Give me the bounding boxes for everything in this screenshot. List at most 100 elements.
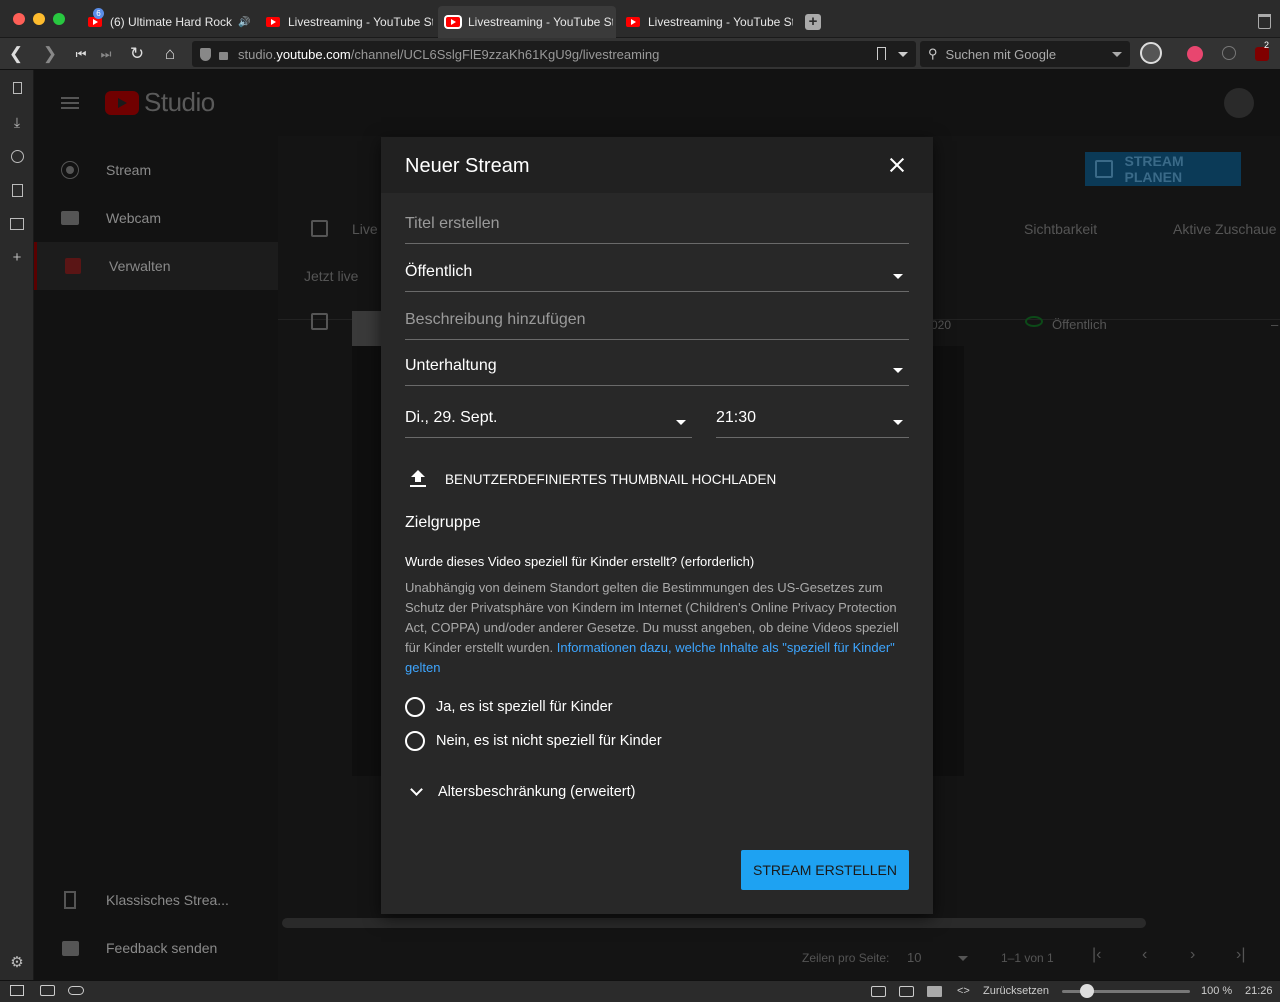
new-stream-dialog: Neuer Stream Titel erstellen Öffentlich … (381, 137, 933, 914)
url-domain: youtube.com (276, 46, 351, 62)
notes-panel-icon[interactable] (9, 182, 25, 198)
new-tab-button[interactable]: + (805, 14, 821, 30)
select-all-checkbox[interactable] (311, 220, 328, 237)
chevron-down-icon (893, 368, 903, 373)
url-dropdown-icon[interactable] (898, 52, 908, 57)
browser-status-bar: <> Zurücksetzen 100 % 21:26 (0, 980, 1280, 1002)
screenshot-icon[interactable] (871, 986, 886, 997)
zoom-reset-label[interactable]: Zurücksetzen (983, 985, 1049, 997)
zoom-slider[interactable] (1062, 984, 1190, 998)
youtube-logo-icon[interactable] (105, 91, 139, 115)
first-page-icon[interactable]: |‹ (1092, 946, 1101, 964)
radio-made-for-kids-yes[interactable] (405, 697, 425, 717)
tab-bar: 6 (6) Ultimate Hard Rock 🔊 Livestreaming… (0, 0, 1280, 38)
add-panel-icon[interactable]: + (9, 249, 25, 266)
bookmark-icon[interactable] (877, 47, 886, 60)
tab-livestreaming-1[interactable]: Livestreaming - YouTube St (258, 6, 434, 38)
title-placeholder: Titel erstellen (405, 215, 500, 232)
chevron-down-icon (893, 274, 903, 279)
nav-item-manage[interactable]: Verwalten (34, 242, 278, 290)
nav-item-feedback[interactable]: Feedback senden (34, 924, 278, 972)
image-toggle-icon[interactable] (927, 986, 942, 997)
row-visibility: Öffentlich (1052, 317, 1107, 332)
radio-no-label: Nein, es ist nicht speziell für Kinder (436, 733, 662, 749)
tile-icon[interactable] (40, 985, 55, 996)
rewind-icon[interactable]: ⏮ (71, 44, 91, 64)
bookmarks-panel-icon[interactable] (9, 80, 25, 96)
rows-per-page-caret-icon[interactable] (958, 956, 968, 961)
title-input[interactable]: Titel erstellen (405, 215, 909, 244)
time-select[interactable]: 21:30 (716, 409, 909, 438)
close-icon[interactable] (885, 153, 909, 177)
extension-icon[interactable] (1187, 46, 1203, 62)
description-input[interactable]: Beschreibung hinzufügen (405, 311, 909, 340)
page-tiling-icon[interactable] (899, 986, 914, 997)
clock: 21:26 (1245, 985, 1273, 997)
kids-info-text: Unabhängig von deinem Standort gelten di… (405, 580, 899, 675)
column-viewers: Aktive Zuschaue (1173, 221, 1277, 237)
minimize-window-button[interactable] (33, 13, 45, 25)
zoom-slider-handle[interactable] (1080, 984, 1094, 998)
shield-icon[interactable] (200, 47, 211, 61)
nav-item-webcam[interactable]: Webcam (34, 194, 278, 242)
speaker-icon[interactable]: 🔊 (238, 17, 250, 28)
window-panel-icon[interactable] (9, 216, 25, 232)
prev-page-icon[interactable]: ‹ (1142, 946, 1147, 964)
last-page-icon[interactable]: ›| (1236, 946, 1245, 964)
fast-forward-icon[interactable]: ⏭ (96, 44, 116, 64)
chevron-down-icon (893, 420, 903, 425)
row-checkbox[interactable] (311, 313, 328, 330)
audience-heading: Zielgruppe (405, 514, 481, 531)
rows-per-page-select[interactable]: 10 (907, 950, 921, 965)
trash-icon[interactable] (1258, 14, 1271, 29)
date-select[interactable]: Di., 29. Sept. (405, 409, 692, 438)
browser-panel-sidebar: ⤓ + ⚙ (0, 70, 34, 980)
url-path: /channel/UCL6SslgFlE9zzaKh61KgU9g/livest… (350, 46, 660, 62)
downloads-panel-icon[interactable]: ⤓ (9, 114, 25, 130)
description-placeholder: Beschreibung hinzufügen (405, 311, 586, 328)
channel-avatar[interactable] (1224, 88, 1254, 118)
browser-window: 6 (6) Ultimate Hard Rock 🔊 Livestreaming… (0, 0, 1280, 1002)
tab-title: Livestreaming - YouTube St (468, 15, 613, 29)
upload-thumbnail-button[interactable]: BENUTZERDEFINIERTES THUMBNAIL HOCHLADEN (405, 465, 825, 493)
profile-icon[interactable] (1140, 42, 1162, 64)
cloud-sync-icon[interactable] (68, 986, 84, 995)
visibility-select[interactable]: Öffentlich (405, 263, 909, 292)
row-viewers: – (1271, 317, 1279, 332)
url-field[interactable]: studio.youtube.com/channel/UCL6SslgFlE9z… (192, 41, 916, 67)
nav-item-stream[interactable]: Stream (34, 146, 278, 194)
search-field[interactable]: ⚲ Suchen mit Google (920, 41, 1130, 67)
kids-question: Wurde dieses Video speziell für Kinder e… (405, 554, 755, 569)
forward-button[interactable]: ❯ (40, 44, 60, 64)
search-dropdown-icon[interactable] (1112, 52, 1122, 57)
exit-icon (60, 890, 80, 910)
tab-livestreaming-3[interactable]: Livestreaming - YouTube St (618, 6, 794, 38)
tab-livestreaming-active[interactable]: Livestreaming - YouTube St (438, 6, 616, 38)
next-page-icon[interactable]: › (1190, 946, 1195, 964)
studio-logo-text: Studio (144, 87, 215, 117)
address-toolbar: ❮ ❯ ⏮ ⏭ ↻ ⌂ studio.youtube.com/channel/U… (0, 38, 1280, 70)
maximize-window-button[interactable] (53, 13, 65, 25)
create-stream-button[interactable]: STREAM ERSTELLEN (741, 850, 909, 890)
section-live-now: Jetzt live (304, 268, 359, 284)
camera-icon (60, 208, 80, 228)
tab-title: (6) Ultimate Hard Rock (110, 15, 232, 29)
close-window-button[interactable] (13, 13, 25, 25)
back-button[interactable]: ❮ (6, 44, 26, 64)
reload-icon[interactable]: ↻ (127, 44, 147, 64)
history-panel-icon[interactable] (9, 148, 25, 164)
extension-icon-2[interactable] (1222, 46, 1236, 60)
tab-ultimate-hard-rock[interactable]: 6 (6) Ultimate Hard Rock 🔊 (80, 6, 256, 38)
search-placeholder: Suchen mit Google (945, 46, 1057, 62)
age-restriction-toggle[interactable]: Altersbeschränkung (erweitert) (405, 780, 705, 804)
nav-item-classic-streaming[interactable]: Klassisches Strea... (34, 876, 278, 924)
home-icon[interactable]: ⌂ (160, 44, 180, 64)
panel-toggle-icon[interactable] (10, 985, 24, 996)
code-icon[interactable]: <> (957, 985, 970, 997)
horizontal-scrollbar[interactable] (282, 918, 1146, 928)
schedule-stream-button[interactable]: STREAM PLANEN (1085, 152, 1241, 186)
radio-made-for-kids-no[interactable] (405, 731, 425, 751)
category-select[interactable]: Unterhaltung (405, 357, 909, 386)
hamburger-menu-icon[interactable] (61, 97, 79, 109)
settings-gear-icon[interactable]: ⚙ (9, 954, 25, 971)
